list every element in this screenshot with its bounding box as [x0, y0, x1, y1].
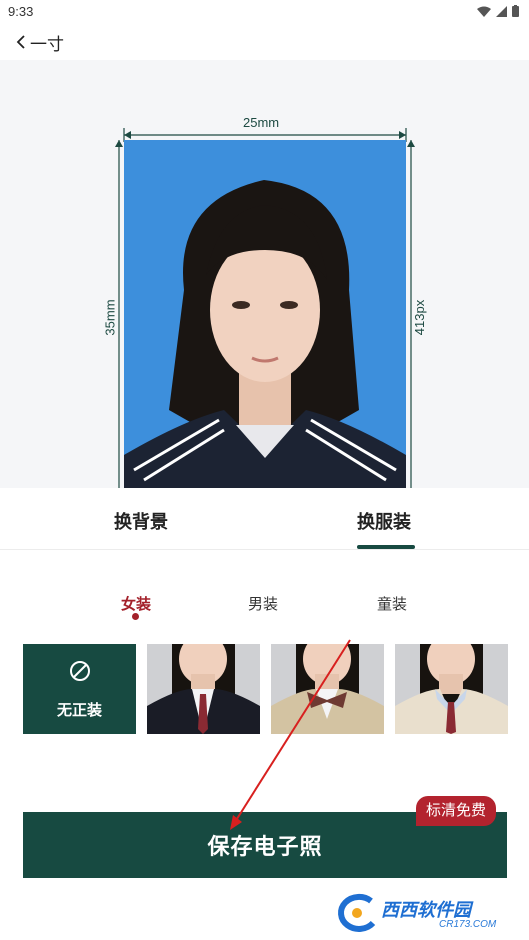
- page-title: 一寸: [30, 35, 64, 54]
- tab-change-outfit[interactable]: 换服装: [357, 508, 411, 534]
- height-dimension-label: 35mm: [102, 299, 118, 336]
- subtab-female[interactable]: 女装: [121, 593, 151, 614]
- main-tab-bar: 换背景 换服装: [0, 488, 529, 550]
- outfit-option-bow-blazer[interactable]: [271, 644, 384, 734]
- portrait-image: [124, 180, 406, 488]
- subtab-child[interactable]: 童装: [377, 593, 407, 614]
- outfit-thumbnail: [271, 644, 384, 734]
- watermark-url: CR173.COM: [439, 919, 497, 930]
- back-button[interactable]: [10, 30, 32, 54]
- wifi-icon: [477, 6, 491, 17]
- battery-icon: [512, 5, 519, 17]
- tab-change-background[interactable]: 换背景: [114, 508, 168, 534]
- chevron-left-icon: [16, 35, 25, 49]
- outfit-option-none[interactable]: 无正装: [23, 644, 136, 734]
- active-subtab-dot: [132, 613, 139, 620]
- site-watermark: 西西软件园 CR173.COM: [329, 892, 509, 934]
- outfit-none-label: 无正装: [56, 702, 102, 719]
- status-time: 9:33: [8, 4, 34, 19]
- outfit-option-suit[interactable]: [147, 644, 260, 734]
- id-photo: [124, 140, 406, 488]
- active-tab-indicator: [357, 545, 415, 549]
- outfit-thumbnail: [395, 644, 508, 734]
- status-bar: 9:33: [0, 0, 529, 24]
- outfit-option-cardigan[interactable]: [395, 644, 508, 734]
- photo-preview-area: 25mm 35mm 413px: [0, 60, 529, 488]
- nav-bar: 一寸: [0, 24, 529, 60]
- signal-icon: [496, 5, 507, 17]
- free-hd-badge: 标清免费: [416, 796, 497, 826]
- status-icons: [477, 5, 519, 17]
- watermark-logo: [338, 893, 376, 932]
- ban-icon: [70, 661, 90, 681]
- pixel-dimension-label: 413px: [412, 299, 428, 336]
- outfit-thumbnail: [147, 644, 260, 734]
- width-dimension-label: 25mm: [243, 115, 280, 130]
- subtab-male[interactable]: 男装: [248, 593, 278, 614]
